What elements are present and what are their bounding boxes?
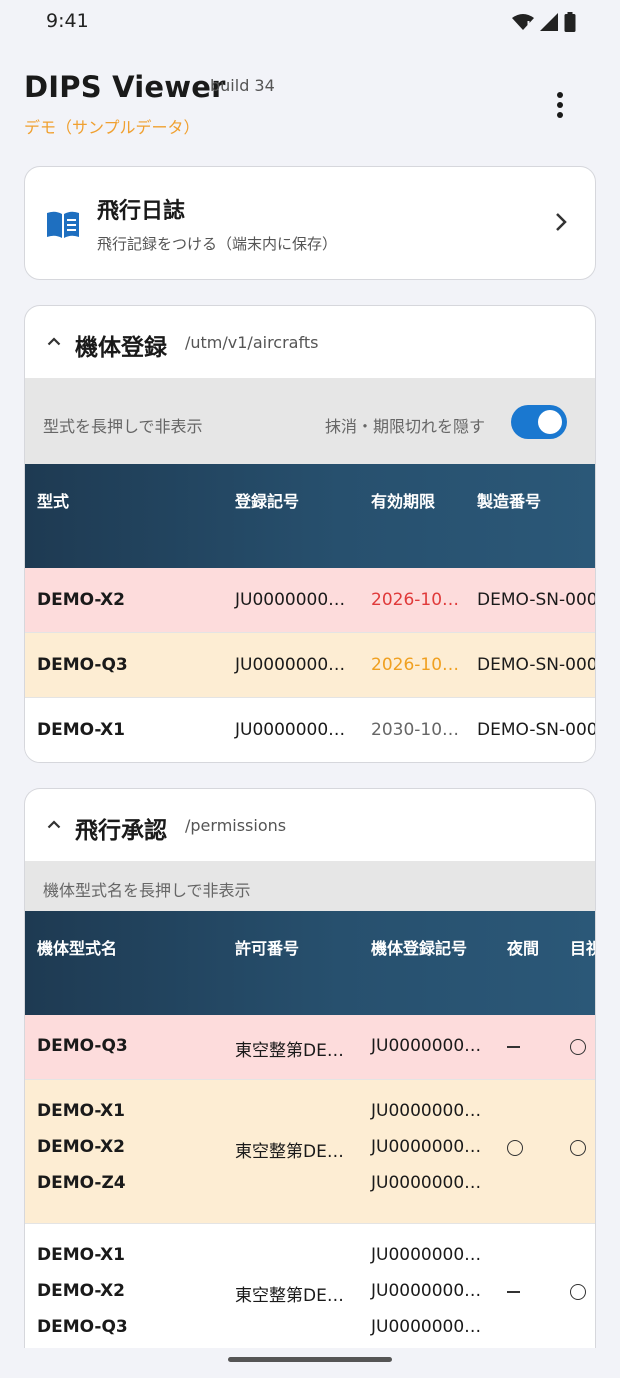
flight-log-title: 飛行日誌 [97,199,186,224]
col-permit-number[interactable]: 許可番号 [235,935,299,959]
permission-section: 飛行承認 /permissions 機体型式名を長押しで非表示 機体型式名 許可… [24,788,596,1348]
permit-number: 東空整第DE… [235,1142,344,1162]
flight-log-description: 飛行記録をつける（端末内に保存） [97,235,338,253]
aircraft-model[interactable]: DEMO-X2 [37,590,125,610]
aircraft-toolbar-hint: 型式を長押しで非表示 [43,417,203,436]
table-row[interactable]: DEMO-X2 JU0000000… 2026-10… DEMO-SN-000 [25,568,596,633]
permission-section-title: 飛行承認 [75,818,167,844]
table-row[interactable]: DEMO-X1 JU0000000… 2030-10… DEMO-SN-000 [25,698,596,762]
aircraft-model-name[interactable]: DEMO-Q3 [37,1317,128,1337]
aircraft-model-name[interactable]: DEMO-X1 [37,1245,125,1265]
app-header: DIPS Viewer build 34 デモ（サンプルデータ） [24,66,596,146]
aircraft-model-name[interactable]: DEMO-Z4 [37,1173,126,1193]
battery-icon [564,12,576,32]
aircraft-section: 機体登録 /utm/v1/aircrafts 型式を長押しで非表示 抹消・期限切… [24,305,596,763]
serial-number: DEMO-SN-000 [477,655,596,675]
permit-number: 東空整第DE… [235,1041,344,1061]
visual-circle-icon [570,1039,586,1055]
toggle-knob [538,410,562,434]
night-dash-icon [507,1046,520,1048]
aircraft-model[interactable]: DEMO-Q3 [37,655,128,675]
table-row[interactable]: DEMO-X1 DEMO-X2 DEMO-Q3 東空整第DE… JU0000000… JU… [25,1224,595,1348]
col-model[interactable]: 型式 [37,488,69,512]
col-night[interactable]: 夜間 [507,935,539,959]
aircraft-model-name[interactable]: DEMO-Q3 [37,1036,128,1056]
registration-number: JU0000000… [235,655,346,675]
table-row[interactable]: DEMO-Q3 東空整第DE… JU0000000… [25,1015,595,1080]
night-dash-icon [507,1291,520,1293]
visual-circle-icon [570,1140,586,1156]
expiry-date: 2026-10… [371,655,460,675]
status-time: 9:41 [46,10,89,32]
aircraft-registration: JU0000000… [371,1317,482,1337]
status-bar: 9:41 [0,0,620,44]
registration-number: JU0000000… [235,720,346,740]
serial-number: DEMO-SN-000 [477,590,596,610]
chevron-up-icon[interactable] [47,336,61,346]
col-aircraft-registration[interactable]: 機体登録記号 [371,935,467,959]
flight-log-card[interactable]: 飛行日誌 飛行記録をつける（端末内に保存） [24,166,596,280]
signal-icon [540,13,558,31]
more-vert-icon[interactable] [548,88,572,122]
hide-expired-toggle[interactable] [511,405,567,439]
aircraft-model-name[interactable]: DEMO-X2 [37,1137,125,1157]
wifi-icon [512,14,534,30]
table-row[interactable]: DEMO-X1 DEMO-X2 DEMO-Z4 東空整第DE… JU0000000… JU… [25,1080,595,1224]
hide-expired-label: 抹消・期限切れを隠す [325,417,486,436]
chevron-right-icon [556,213,567,231]
permission-table-header: 機体型式名 許可番号 機体登録記号 夜間 目視 [25,911,595,1015]
chevron-up-icon[interactable] [47,819,61,829]
night-circle-icon [507,1140,523,1156]
registration-number: JU0000000… [235,590,346,610]
aircraft-model-name[interactable]: DEMO-X1 [37,1101,125,1121]
permission-section-header: 飛行承認 /permissions [25,789,595,861]
aircraft-section-path: /utm/v1/aircrafts [185,333,319,352]
build-label: build 34 [210,76,275,95]
expiry-date: 2030-10… [371,720,460,740]
aircraft-registration: JU0000000… [371,1137,482,1157]
col-expiry[interactable]: 有効期限 [371,488,435,512]
gesture-nav-handle[interactable] [228,1357,392,1362]
permission-toolbar-hint: 機体型式名を長押しで非表示 [43,881,251,900]
aircraft-registration: JU0000000… [371,1173,482,1193]
visual-circle-icon [570,1284,586,1300]
expiry-date: 2026-10… [371,590,460,610]
aircraft-toolbar: 型式を長押しで非表示 抹消・期限切れを隠す [25,378,595,464]
col-model-name[interactable]: 機体型式名 [37,935,117,959]
aircraft-model-name[interactable]: DEMO-X2 [37,1281,125,1301]
aircraft-registration: JU0000000… [371,1036,482,1056]
status-icons [512,12,576,32]
permission-section-path: /permissions [185,816,287,835]
aircraft-model[interactable]: DEMO-X1 [37,720,125,740]
table-row[interactable]: DEMO-Q3 JU0000000… 2026-10… DEMO-SN-000 [25,633,596,698]
aircraft-table-header: 型式 登録記号 有効期限 製造番号 [25,464,595,568]
col-visual[interactable]: 目視 [570,935,595,959]
col-serial[interactable]: 製造番号 [477,488,541,512]
book-icon [47,211,79,238]
col-registration[interactable]: 登録記号 [235,488,299,512]
permission-toolbar: 機体型式名を長押しで非表示 [25,861,595,911]
aircraft-registration: JU0000000… [371,1101,482,1121]
aircraft-registration: JU0000000… [371,1281,482,1301]
app-title: DIPS Viewer [24,70,226,104]
aircraft-section-header: 機体登録 /utm/v1/aircrafts [25,306,595,378]
aircraft-registration: JU0000000… [371,1245,482,1265]
permit-number: 東空整第DE… [235,1286,344,1306]
serial-number: DEMO-SN-000 [477,720,596,740]
demo-subtitle: デモ（サンプルデータ） [24,118,200,137]
aircraft-section-title: 機体登録 [75,335,167,361]
